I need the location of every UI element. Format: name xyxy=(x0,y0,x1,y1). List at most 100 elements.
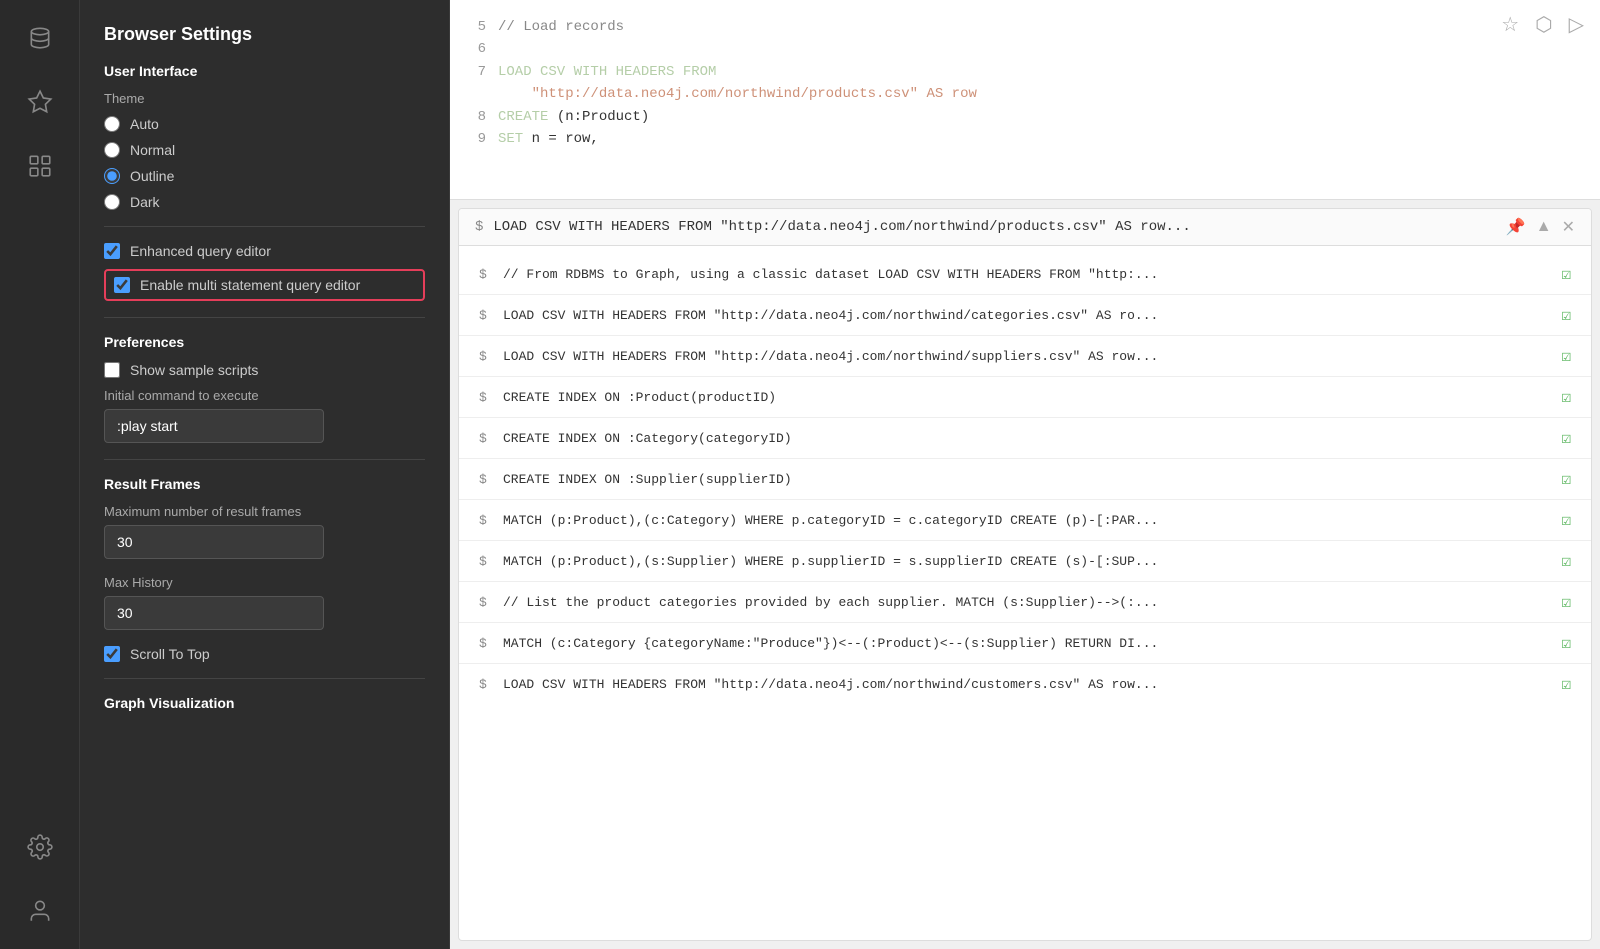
code-text-5: // Load records xyxy=(498,16,624,38)
theme-auto-label: Auto xyxy=(130,116,159,132)
code-editor-top: 5 // Load records 6 7 LOAD CSV WITH HEAD… xyxy=(450,0,1600,200)
result-check-icon: ☑ xyxy=(1551,469,1571,489)
result-check-icon: ☑ xyxy=(1551,510,1571,530)
result-text: // From RDBMS to Graph, using a classic … xyxy=(503,267,1543,282)
chevron-up-icon[interactable]: ▲ xyxy=(1536,218,1552,236)
max-result-frames-input[interactable]: 30 xyxy=(104,525,324,559)
result-item[interactable]: $ MATCH (p:Product),(c:Category) WHERE p… xyxy=(459,500,1591,541)
result-prompt: $ xyxy=(479,636,495,651)
query-results: $ // From RDBMS to Graph, using a classi… xyxy=(459,246,1591,940)
line-num-9: 9 xyxy=(470,128,486,150)
result-item[interactable]: $ // List the product categories provide… xyxy=(459,582,1591,623)
query-header-prompt: $ xyxy=(475,219,483,235)
code-line-8: 8 CREATE (n:Product) xyxy=(470,106,1580,128)
result-text: // List the product categories provided … xyxy=(503,595,1543,610)
scroll-to-top-label: Scroll To Top xyxy=(130,646,210,662)
result-check-icon: ☑ xyxy=(1551,551,1571,571)
theme-auto-radio[interactable] xyxy=(104,116,120,132)
result-item[interactable]: $ MATCH (c:Category {categoryName:"Produ… xyxy=(459,623,1591,664)
preferences-heading: Preferences xyxy=(104,334,425,350)
max-result-frames-label: Maximum number of result frames xyxy=(104,504,425,519)
theme-dark-radio[interactable] xyxy=(104,194,120,210)
search-icon[interactable] xyxy=(18,144,62,188)
settings-title: Browser Settings xyxy=(104,24,425,45)
user-icon[interactable] xyxy=(18,889,62,933)
result-text: MATCH (p:Product),(s:Supplier) WHERE p.s… xyxy=(503,554,1543,569)
code-line-9: 9 SET n = row, xyxy=(470,128,1580,150)
max-history-input[interactable]: 30 xyxy=(104,596,324,630)
multi-statement-checkbox[interactable] xyxy=(114,277,130,293)
icon-sidebar xyxy=(0,0,80,949)
show-sample-scripts-checkbox[interactable]: Show sample scripts xyxy=(104,362,425,378)
database-icon[interactable] xyxy=(18,16,62,60)
query-header: $ LOAD CSV WITH HEADERS FROM "http://dat… xyxy=(459,209,1591,246)
theme-auto[interactable]: Auto xyxy=(104,116,425,132)
max-history-group: Max History 30 xyxy=(104,575,425,630)
user-interface-heading: User Interface xyxy=(104,63,425,79)
code-text-9: SET n = row, xyxy=(498,128,599,150)
enhanced-query-editor-checkbox[interactable]: Enhanced query editor xyxy=(104,243,425,259)
result-item[interactable]: $ MATCH (p:Product),(s:Supplier) WHERE p… xyxy=(459,541,1591,582)
result-prompt: $ xyxy=(479,308,495,323)
result-item[interactable]: $ LOAD CSV WITH HEADERS FROM "http://dat… xyxy=(459,664,1591,704)
result-check-icon: ☑ xyxy=(1551,264,1571,284)
theme-outline[interactable]: Outline xyxy=(104,168,425,184)
result-text: MATCH (p:Product),(c:Category) WHERE p.c… xyxy=(503,513,1543,528)
play-toolbar-icon[interactable]: ▷ xyxy=(1569,12,1584,37)
theme-normal[interactable]: Normal xyxy=(104,142,425,158)
query-header-icons: 📌 ▲ ✕ xyxy=(1506,217,1575,237)
initial-command-group: Initial command to execute :play start xyxy=(104,388,425,443)
multi-statement-highlight-box[interactable]: Enable multi statement query editor xyxy=(104,269,425,301)
code-area: 5 // Load records 6 7 LOAD CSV WITH HEAD… xyxy=(450,0,1600,166)
scroll-to-top-input[interactable] xyxy=(104,646,120,662)
query-header-text: LOAD CSV WITH HEADERS FROM "http://data.… xyxy=(493,219,1495,235)
result-item[interactable]: $ LOAD CSV WITH HEADERS FROM "http://dat… xyxy=(459,295,1591,336)
theme-outline-radio[interactable] xyxy=(104,168,120,184)
enhanced-query-editor-input[interactable] xyxy=(104,243,120,259)
line-num-5: 5 xyxy=(470,16,486,38)
result-frames-heading: Result Frames xyxy=(104,476,425,492)
theme-normal-radio[interactable] xyxy=(104,142,120,158)
code-line-5: 5 // Load records xyxy=(470,16,1580,38)
result-check-icon: ☑ xyxy=(1551,428,1571,448)
star-icon[interactable] xyxy=(18,80,62,124)
show-sample-scripts-input[interactable] xyxy=(104,362,120,378)
pin-icon[interactable]: 📌 xyxy=(1506,217,1526,237)
result-prompt: $ xyxy=(479,595,495,610)
theme-label: Theme xyxy=(104,91,425,106)
result-item[interactable]: $ CREATE INDEX ON :Category(categoryID) … xyxy=(459,418,1591,459)
result-check-icon: ☑ xyxy=(1551,633,1571,653)
result-prompt: $ xyxy=(479,513,495,528)
result-text: CREATE INDEX ON :Supplier(supplierID) xyxy=(503,472,1543,487)
result-prompt: $ xyxy=(479,431,495,446)
result-item[interactable]: $ CREATE INDEX ON :Supplier(supplierID) … xyxy=(459,459,1591,500)
result-item[interactable]: $ LOAD CSV WITH HEADERS FROM "http://dat… xyxy=(459,336,1591,377)
theme-radio-group: Auto Normal Outline Dark xyxy=(104,116,425,210)
erase-toolbar-icon[interactable]: ⬡ xyxy=(1535,12,1552,37)
close-query-icon[interactable]: ✕ xyxy=(1562,217,1575,237)
show-sample-scripts-label: Show sample scripts xyxy=(130,362,258,378)
settings-panel: Browser Settings User Interface Theme Au… xyxy=(80,0,450,949)
star-toolbar-icon[interactable]: ☆ xyxy=(1501,12,1519,37)
line-num-7: 7 xyxy=(470,61,486,83)
scroll-to-top-checkbox[interactable]: Scroll To Top xyxy=(104,646,425,662)
result-check-icon: ☑ xyxy=(1551,592,1571,612)
graph-visualization-heading: Graph Visualization xyxy=(104,695,425,711)
initial-command-input[interactable]: :play start xyxy=(104,409,324,443)
result-item[interactable]: $ // From RDBMS to Graph, using a classi… xyxy=(459,254,1591,295)
settings-icon[interactable] xyxy=(18,825,62,869)
code-text-7b: "http://data.neo4j.com/northwind/product… xyxy=(498,83,977,105)
result-item[interactable]: $ CREATE INDEX ON :Product(productID) ☑ xyxy=(459,377,1591,418)
result-text: LOAD CSV WITH HEADERS FROM "http://data.… xyxy=(503,677,1543,692)
code-text-7: LOAD CSV WITH HEADERS FROM xyxy=(498,61,716,83)
code-line-7: 7 LOAD CSV WITH HEADERS FROM xyxy=(470,61,1580,83)
result-text: CREATE INDEX ON :Product(productID) xyxy=(503,390,1543,405)
max-history-label: Max History xyxy=(104,575,425,590)
result-text: LOAD CSV WITH HEADERS FROM "http://data.… xyxy=(503,308,1543,323)
line-num-7b xyxy=(470,83,486,105)
main-content: 5 // Load records 6 7 LOAD CSV WITH HEAD… xyxy=(450,0,1600,949)
result-check-icon: ☑ xyxy=(1551,305,1571,325)
code-text-6 xyxy=(498,38,506,60)
theme-dark[interactable]: Dark xyxy=(104,194,425,210)
multi-statement-label: Enable multi statement query editor xyxy=(140,277,360,293)
